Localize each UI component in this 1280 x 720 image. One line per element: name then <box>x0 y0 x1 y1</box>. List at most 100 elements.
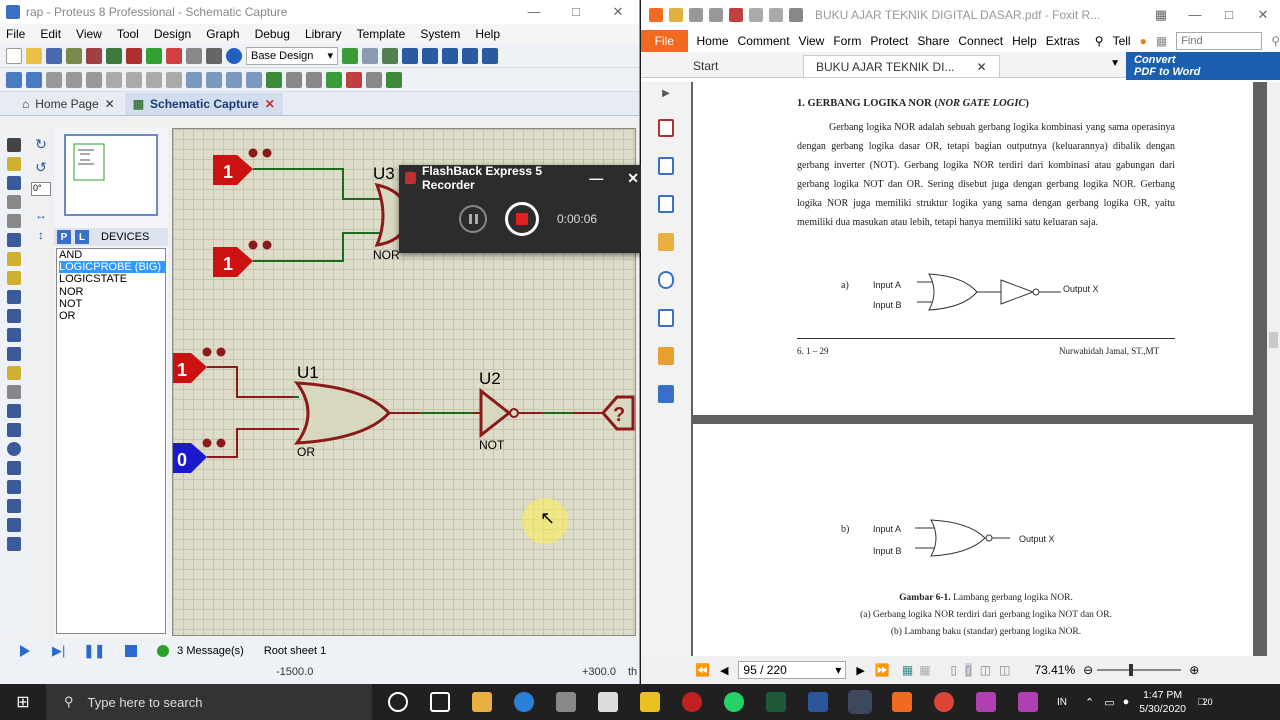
tape-recorder-icon[interactable] <box>7 328 21 342</box>
logicprobe[interactable]: ? <box>601 395 635 431</box>
circle-mode-icon[interactable] <box>7 442 21 456</box>
design-explorer-icon[interactable] <box>166 47 182 64</box>
reflow-icon[interactable]: ▦ <box>919 663 930 677</box>
bookmark-icon[interactable] <box>658 195 674 213</box>
rotate-anticlockwise-icon[interactable]: ↺ <box>35 159 47 176</box>
marker-mode-icon[interactable] <box>7 537 21 551</box>
refresh-icon[interactable] <box>342 47 358 64</box>
ribbon-comment[interactable]: Comment <box>738 34 790 48</box>
print-icon[interactable] <box>709 8 723 22</box>
tab-list-chevron-icon[interactable]: ▼ <box>1110 58 1120 69</box>
document-view[interactable]: 1. GERBANG LOGIKA NOR (NOR GATE LOGIC) G… <box>691 82 1267 656</box>
library-manager-button[interactable]: L <box>75 230 89 244</box>
zoom-out-icon[interactable] <box>442 47 458 64</box>
block-delete-icon[interactable] <box>166 71 182 88</box>
netlist-icon[interactable] <box>386 71 402 88</box>
logicstate-1a[interactable]: 1 <box>213 148 272 186</box>
new-icon[interactable] <box>6 47 22 64</box>
tab-document[interactable]: BUKU AJAR TEKNIK DI... ✕ <box>803 55 1000 77</box>
import-icon[interactable] <box>66 47 82 64</box>
edge-icon[interactable] <box>514 692 534 712</box>
ribbon-home[interactable]: Home <box>697 34 729 48</box>
home-icon[interactable] <box>86 47 102 64</box>
zoom-in-icon[interactable]: ⊕ <box>1189 663 1199 677</box>
menu-tool[interactable]: Tool <box>117 27 139 41</box>
minimize-button[interactable]: — <box>513 4 555 20</box>
zoom-area-icon[interactable] <box>482 47 498 64</box>
copy-icon[interactable] <box>66 71 82 88</box>
menu-system[interactable]: System <box>420 27 460 41</box>
origin-icon[interactable] <box>382 47 398 64</box>
single-page-icon[interactable]: ▯ <box>951 663 958 677</box>
input-language[interactable]: IN <box>1057 697 1067 708</box>
pages-icon[interactable] <box>658 119 674 137</box>
microphone-icon[interactable]: ● <box>1123 696 1130 708</box>
ribbon-toggle-icon[interactable]: ▦ <box>1144 7 1178 23</box>
overview-window[interactable] <box>64 134 158 216</box>
pcb-icon[interactable] <box>126 47 142 64</box>
menu-library[interactable]: Library <box>305 27 342 41</box>
file-button[interactable]: File <box>641 30 688 52</box>
vim-icon[interactable] <box>766 692 786 712</box>
convert-pdf-banner[interactable]: Convert PDF to Word <box>1126 52 1280 80</box>
text-mode-icon[interactable] <box>7 499 21 513</box>
decompose-icon[interactable] <box>246 71 262 88</box>
continuous-facing-icon[interactable]: ◫ <box>999 663 1010 677</box>
play-button[interactable] <box>20 645 30 657</box>
menu-view[interactable]: View <box>76 27 102 41</box>
pause-record-button[interactable] <box>459 205 487 233</box>
first-page-icon[interactable]: ⏪ <box>695 663 710 677</box>
search-tag-icon[interactable] <box>286 71 302 88</box>
ribbon-share[interactable]: Share <box>917 34 949 48</box>
remove-sheet-icon[interactable] <box>346 71 362 88</box>
menu-help[interactable]: Help <box>475 27 500 41</box>
hand-tool-icon[interactable] <box>789 8 803 22</box>
paste-icon[interactable] <box>86 71 102 88</box>
pin-mode-icon[interactable] <box>7 290 21 304</box>
zoom-all-icon[interactable] <box>462 47 478 64</box>
design-select[interactable]: Base Design ▾ <box>246 46 338 65</box>
create-icon[interactable] <box>729 8 743 22</box>
block-move-icon[interactable] <box>126 71 142 88</box>
undo-icon[interactable] <box>6 71 22 88</box>
bom-icon[interactable] <box>186 47 202 64</box>
tell-me[interactable]: Tell <box>1113 34 1131 48</box>
redo-icon[interactable] <box>769 8 783 22</box>
minimize-button[interactable]: — <box>1178 7 1212 23</box>
chevron-up-icon[interactable]: ⌃ <box>1085 696 1094 709</box>
minimize-button[interactable]: — <box>589 170 603 186</box>
voltage-probe-icon[interactable] <box>7 366 21 380</box>
menu-file[interactable]: File <box>6 27 25 41</box>
not-gate-u2[interactable] <box>479 387 512 439</box>
pause-button[interactable]: ❚❚ <box>83 643 105 659</box>
property-assign-icon[interactable] <box>306 71 322 88</box>
generator-mode-icon[interactable] <box>7 347 21 361</box>
new-sheet-icon[interactable] <box>326 71 342 88</box>
ribbon-extras[interactable]: Extras <box>1046 34 1080 48</box>
step-button[interactable]: ▶| <box>52 643 65 659</box>
list-item-selected[interactable]: LOGICPROBE (BIG) <box>59 261 165 274</box>
grid-icon[interactable] <box>362 47 378 64</box>
menu-edit[interactable]: Edit <box>40 27 61 41</box>
pick-devices-button[interactable]: P <box>57 230 71 244</box>
block-rotate-icon[interactable] <box>146 71 162 88</box>
schematic-icon[interactable] <box>106 47 122 64</box>
junction-mode-icon[interactable] <box>7 176 21 190</box>
save-icon[interactable] <box>46 47 62 64</box>
network-icon[interactable]: ▭ <box>1104 696 1114 709</box>
component-mode-icon[interactable] <box>7 157 21 171</box>
text-script-mode-icon[interactable] <box>7 214 21 228</box>
ribbon-connect[interactable]: Connect <box>958 34 1003 48</box>
buses-mode-icon[interactable] <box>7 233 21 247</box>
or-gate-u1[interactable] <box>293 381 392 445</box>
list-item[interactable]: OR <box>59 310 165 322</box>
zoom-in-icon[interactable] <box>422 47 438 64</box>
pan-icon[interactable] <box>402 47 418 64</box>
virtual-instruments-icon[interactable] <box>7 385 21 399</box>
path-mode-icon[interactable] <box>7 480 21 494</box>
tab-schematic-capture[interactable]: ▦ Schematic Capture ✕ <box>124 93 283 115</box>
menu-template[interactable]: Template <box>357 27 406 41</box>
messages-count[interactable]: 3 Message(s) <box>177 645 244 657</box>
box-mode-icon[interactable] <box>7 423 21 437</box>
tab-start[interactable]: Start <box>681 55 801 77</box>
